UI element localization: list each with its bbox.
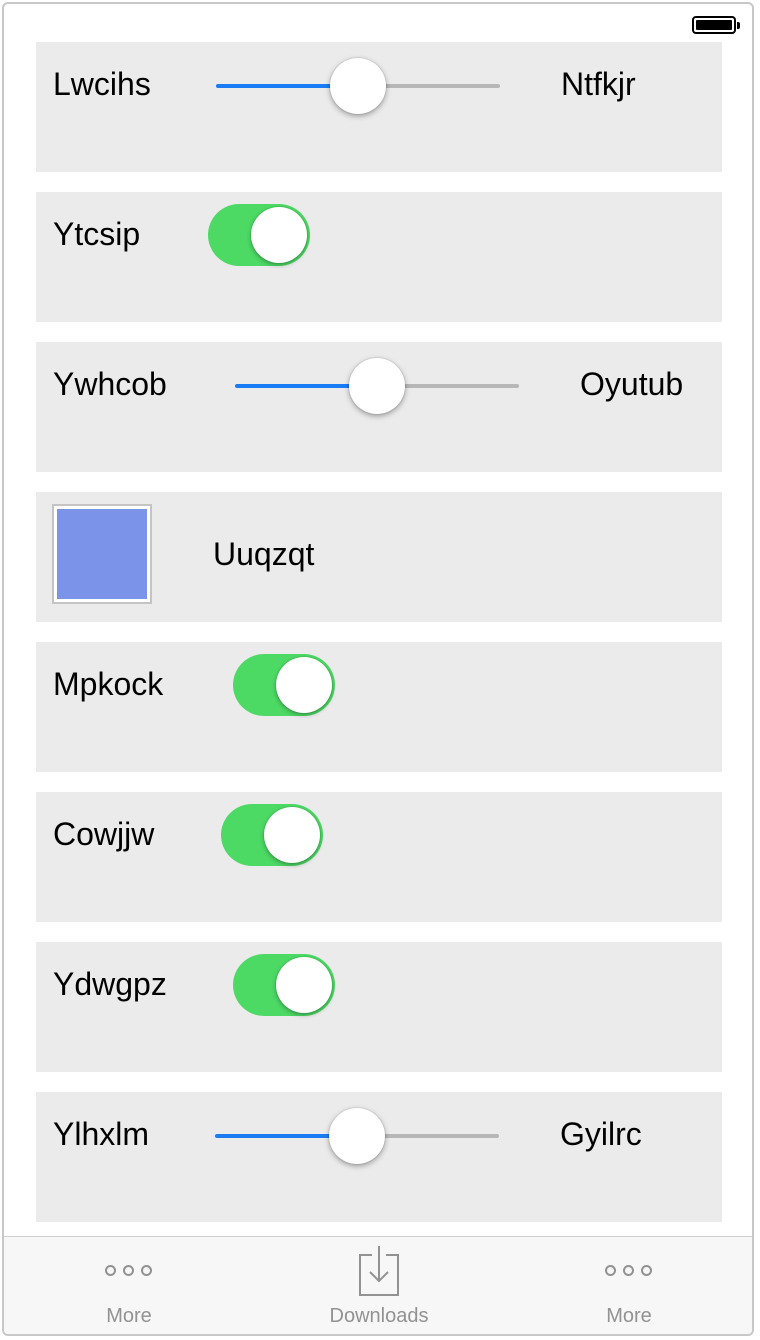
- toggle-label: Mpkock: [53, 666, 164, 702]
- slider-right-label: Ntfkjr: [561, 66, 636, 102]
- more-icon: [105, 1265, 153, 1277]
- slider-thumb[interactable]: [330, 58, 386, 114]
- slider-label: Ylhxlm: [53, 1116, 150, 1152]
- toggle-knob: [276, 957, 332, 1013]
- tab-downloads[interactable]: Downloads: [254, 1237, 504, 1334]
- slider-thumb[interactable]: [329, 1108, 385, 1164]
- color-swatch-fill: [57, 509, 147, 599]
- toggle-knob: [264, 807, 320, 863]
- more-icon: [605, 1265, 653, 1277]
- color-label: Uuqzqt: [213, 536, 315, 572]
- toggle-cowjjw[interactable]: [221, 804, 323, 866]
- toggle-label: Ydwgpz: [53, 966, 167, 1002]
- color-swatch[interactable]: [52, 504, 152, 604]
- toggle-row-ytcsip: Ytcsip: [36, 192, 722, 322]
- slider-lwcihs[interactable]: [216, 58, 500, 114]
- color-row-uuqzqt: Uuqzqt: [36, 492, 722, 622]
- slider-right-label: Gyilrc: [560, 1116, 642, 1152]
- slider-row-ywhcob: Ywhcob Oyutub: [36, 342, 722, 472]
- slider-row-lwcihs: Lwcihs Ntfkjr: [36, 42, 722, 172]
- tab-more-left[interactable]: More: [4, 1237, 254, 1334]
- toggle-label: Ytcsip: [53, 216, 141, 252]
- slider-thumb[interactable]: [349, 358, 405, 414]
- slider-label: Ywhcob: [53, 366, 167, 402]
- slider-row-ylhxlm: Ylhxlm Gyilrc: [36, 1092, 722, 1222]
- slider-label: Lwcihs: [53, 66, 151, 102]
- toggle-row-mpkock: Mpkock: [36, 642, 722, 772]
- status-bar: [4, 4, 752, 44]
- battery-icon: [692, 16, 740, 34]
- toggle-knob: [251, 207, 307, 263]
- app-screen: Lwcihs Ntfkjr Ytcsip Ywhcob Oyutub Uuqzq…: [2, 2, 754, 1336]
- toggle-row-cowjjw: Cowjjw: [36, 792, 722, 922]
- toggle-row-ydwgpz: Ydwgpz: [36, 942, 722, 1072]
- toggle-ydwgpz[interactable]: [233, 954, 335, 1016]
- toggle-label: Cowjjw: [53, 816, 155, 852]
- tab-label: More: [606, 1305, 652, 1327]
- toggle-knob: [276, 657, 332, 713]
- tab-more-right[interactable]: More: [504, 1237, 752, 1334]
- slider-ywhcob[interactable]: [235, 358, 519, 414]
- slider-ylhxlm[interactable]: [215, 1108, 499, 1164]
- tab-label: Downloads: [329, 1305, 429, 1327]
- toggle-ytcsip[interactable]: [208, 204, 310, 266]
- toggle-mpkock[interactable]: [233, 654, 335, 716]
- tab-label: More: [106, 1305, 152, 1327]
- tab-bar: More Downloads More: [4, 1236, 752, 1334]
- download-icon: [359, 1246, 399, 1296]
- slider-right-label: Oyutub: [580, 366, 684, 402]
